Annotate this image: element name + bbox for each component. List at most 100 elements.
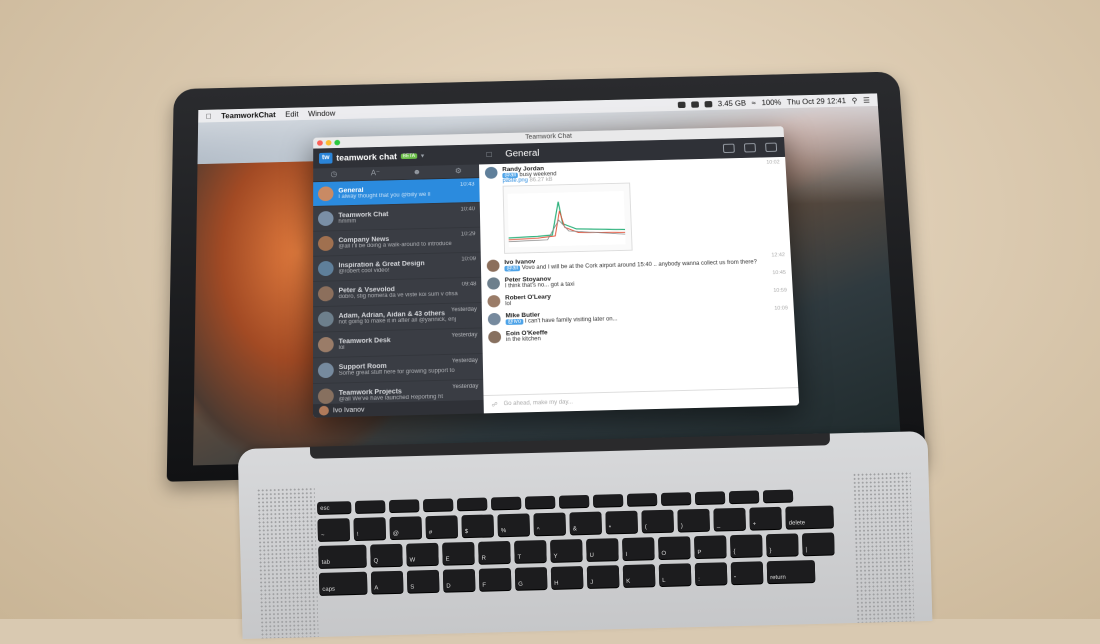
keyboard-key[interactable]: [728, 490, 760, 504]
recent-clock-icon[interactable]: ◷: [329, 170, 339, 179]
mention-tag[interactable]: @all: [504, 265, 521, 272]
avatar: [317, 362, 334, 379]
sort-az-icon[interactable]: A⁻: [371, 169, 381, 178]
keyboard-key[interactable]: [558, 494, 590, 508]
chat-icon[interactable]: [722, 143, 735, 153]
zoom-button[interactable]: [334, 139, 341, 146]
keyboard-key[interactable]: [694, 491, 726, 505]
avatar: [487, 312, 501, 326]
avatar: [317, 260, 334, 277]
keyboard-key[interactable]: S: [406, 569, 440, 593]
keyboard-key[interactable]: [456, 497, 488, 511]
keyboard-key[interactable]: +: [749, 506, 782, 530]
keyboard-key[interactable]: [389, 499, 420, 513]
keyboard-key[interactable]: !: [353, 517, 387, 541]
message-item[interactable]: Randy Jordan @all busy weekend paste.png 8…: [479, 157, 790, 257]
keyboard-key[interactable]: &: [569, 511, 602, 535]
message-list: Randy Jordan @all busy weekend paste.png 8…: [478, 156, 799, 397]
keyboard-key[interactable]: [626, 493, 658, 506]
attach-icon[interactable]: ☍: [492, 401, 498, 408]
notification-center-icon[interactable]: ☰: [863, 96, 870, 104]
keyboard-key[interactable]: caps: [318, 571, 368, 595]
keyboard-key[interactable]: O: [658, 536, 691, 560]
keyboard-key[interactable]: #: [425, 515, 459, 539]
people-icon[interactable]: [743, 143, 756, 153]
cloud-icon[interactable]: [704, 100, 713, 108]
keyboard-key[interactable]: Y: [550, 539, 583, 562]
keyboard-key[interactable]: _: [713, 507, 746, 531]
menu-edit[interactable]: Edit: [285, 110, 298, 118]
people-icon[interactable]: ☻: [412, 168, 422, 177]
keyboard-key[interactable]: *: [605, 510, 638, 534]
status-icon[interactable]: [690, 100, 699, 108]
minimize-button[interactable]: [325, 140, 332, 146]
apple-icon[interactable]: : [206, 112, 212, 120]
file-name[interactable]: paste.png: [502, 178, 528, 184]
settings-icon[interactable]: [765, 142, 778, 152]
keyboard-key[interactable]: T: [514, 540, 547, 563]
keyboard-key[interactable]: delete: [785, 505, 834, 529]
keyboard-key[interactable]: ~: [317, 518, 351, 541]
keyboard-key[interactable]: ^: [533, 512, 566, 536]
menu-app-name[interactable]: TeamworkChat: [221, 110, 275, 119]
keyboard-key[interactable]: R: [478, 540, 511, 564]
keyboard-key[interactable]: @: [389, 516, 423, 540]
keyboard-key[interactable]: L: [658, 563, 692, 587]
image-preview[interactable]: [502, 182, 633, 254]
wifi-icon[interactable]: ≈: [751, 99, 756, 107]
keyboard-key[interactable]: K: [622, 564, 656, 588]
keyboard-key[interactable]: esc: [317, 501, 352, 514]
clock[interactable]: Thu Oct 29 12:41: [787, 96, 847, 105]
keyboard-key[interactable]: E: [442, 541, 475, 565]
keyboard-key[interactable]: [355, 500, 386, 514]
keyboard-key[interactable]: $: [461, 514, 495, 538]
settings-gear-icon[interactable]: ⚙: [454, 167, 464, 176]
keyboard-key[interactable]: W: [406, 542, 439, 566]
keyboard-key[interactable]: U: [586, 538, 619, 561]
disk-usage[interactable]: 3.45 GB: [718, 99, 746, 108]
keyboard-key[interactable]: %: [497, 513, 530, 537]
keyboard-key[interactable]: F: [478, 567, 512, 591]
keyboard-key[interactable]: {: [730, 534, 763, 558]
chat-bubble-icon[interactable]: □: [486, 150, 491, 159]
keyboard-key[interactable]: return: [766, 559, 816, 584]
keyboard-key[interactable]: A: [370, 570, 404, 594]
search-icon[interactable]: ⚲: [851, 96, 857, 104]
conversation-time: 09:48: [461, 281, 477, 288]
speaker-grille-left: [256, 487, 319, 639]
desk-background:  TeamworkChat Edit Window 3.45 GB ≈ 100…: [0, 0, 1100, 639]
keyboard-key[interactable]: G: [514, 567, 548, 590]
keyboard-key[interactable]: ": [730, 561, 764, 585]
keyboard-key[interactable]: Q: [370, 543, 403, 567]
keyboard-key[interactable]: [423, 498, 454, 512]
keyboard-key[interactable]: :: [694, 562, 728, 586]
laptop-base: esc ~! @ # $% ^ & *() _ + delete tab Q W E R T Y U I O P{} | ca…: [237, 431, 933, 639]
keyboard-key[interactable]: I: [622, 537, 655, 561]
keyboard-key[interactable]: [762, 489, 794, 503]
message-text: in the kitchen: [505, 336, 541, 343]
status-icon[interactable]: [677, 101, 686, 108]
keyboard-key[interactable]: D: [442, 568, 476, 592]
chevron-down-icon[interactable]: ▾: [421, 152, 424, 159]
conversation-time: Yesterday: [450, 306, 477, 314]
message-text: lol: [505, 301, 512, 308]
keyboard-key[interactable]: ): [677, 508, 710, 532]
close-button[interactable]: [317, 140, 323, 146]
keyboard-key[interactable]: tab: [318, 544, 367, 568]
avatar: [484, 166, 498, 179]
battery-percent[interactable]: 100%: [761, 98, 781, 107]
keyboard-key[interactable]: |: [802, 532, 835, 556]
keyboard-key[interactable]: [660, 492, 692, 505]
keyboard-key[interactable]: (: [641, 509, 674, 533]
menu-window[interactable]: Window: [308, 109, 335, 118]
keyboard-key[interactable]: [490, 496, 522, 510]
keyboard-key[interactable]: H: [550, 566, 584, 589]
keyboard-key[interactable]: }: [766, 533, 799, 557]
channel-title: General: [505, 148, 540, 159]
keyboard-key[interactable]: [524, 495, 556, 509]
keyboard-key[interactable]: [592, 493, 624, 507]
keyboard-key[interactable]: J: [586, 565, 620, 588]
keyboard-key[interactable]: P: [694, 535, 727, 559]
mention-tag[interactable]: @ivo: [505, 318, 524, 325]
composer-placeholder: Go ahead, make my day...: [503, 399, 574, 408]
